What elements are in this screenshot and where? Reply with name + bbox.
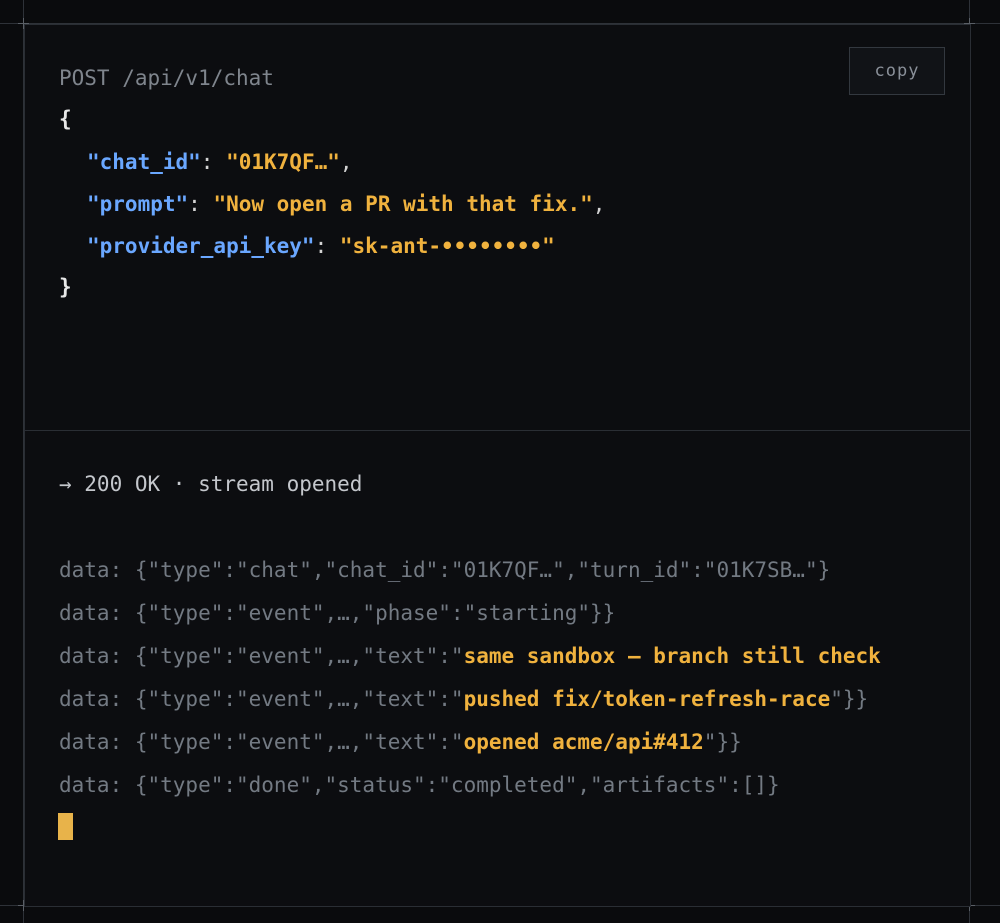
json-key: "provider_api_key"	[87, 234, 315, 258]
json-value: "Now open a PR with that fix."	[213, 192, 593, 216]
event-prefix: data: {"type":"event",…,"text":"	[59, 730, 464, 754]
section-divider	[25, 430, 970, 431]
event-suffix: "}}	[830, 687, 869, 711]
event-prefix: data: {"type":"event",…,"phase":"startin…	[59, 601, 616, 625]
json-key: "prompt"	[87, 192, 189, 216]
stream-event-line: data: {"type":"event",…,"text":"opened a…	[59, 727, 742, 757]
json-comma: ,	[339, 150, 353, 174]
json-field-chat-id: "chat_id": "01K7QF…",	[87, 147, 353, 177]
json-field-provider-api-key: "provider_api_key": "sk-ant-••••••••"	[87, 231, 555, 261]
terminal-cursor	[58, 813, 73, 840]
event-text: opened acme/api#412	[463, 730, 704, 754]
request-line: POST /api/v1/chat	[59, 66, 274, 90]
event-prefix: data: {"type":"event",…,"text":"	[59, 687, 464, 711]
json-comma: ,	[592, 192, 606, 216]
json-separator: :	[314, 234, 340, 258]
stream-event-line: data: {"type":"event",…,"phase":"startin…	[59, 598, 615, 628]
event-suffix: "}}	[703, 730, 742, 754]
event-prefix: data: {"type":"chat","chat_id":"01K7QF…"…	[59, 558, 831, 582]
json-value: "sk-ant-••••••••"	[339, 234, 555, 258]
close-brace: }	[59, 275, 72, 299]
response-status: → 200 OK · stream opened	[59, 472, 363, 496]
stream-event-line: data: {"type":"chat","chat_id":"01K7QF…"…	[59, 555, 830, 585]
open-brace: {	[59, 107, 72, 131]
json-separator: :	[200, 150, 227, 174]
event-text: same sandbox — branch still check	[463, 644, 881, 668]
code-panel: copy POST /api/v1/chat { "chat_id": "01K…	[24, 24, 971, 907]
event-prefix: data: {"type":"done","status":"completed…	[59, 773, 780, 797]
json-separator: :	[188, 192, 214, 216]
event-prefix: data: {"type":"event",…,"text":"	[59, 644, 464, 668]
event-text: pushed fix/token-refresh-race	[463, 687, 831, 711]
json-value: "01K7QF…"	[226, 150, 340, 174]
json-key: "chat_id"	[87, 150, 201, 174]
stream-event-line: data: {"type":"event",…,"text":"pushed f…	[59, 684, 868, 714]
stream-event-line: data: {"type":"event",…,"text":"same san…	[59, 641, 881, 671]
stream-event-line: data: {"type":"done","status":"completed…	[59, 770, 780, 800]
json-field-prompt: "prompt": "Now open a PR with that fix."…	[87, 189, 605, 219]
copy-button[interactable]: copy	[849, 47, 945, 95]
